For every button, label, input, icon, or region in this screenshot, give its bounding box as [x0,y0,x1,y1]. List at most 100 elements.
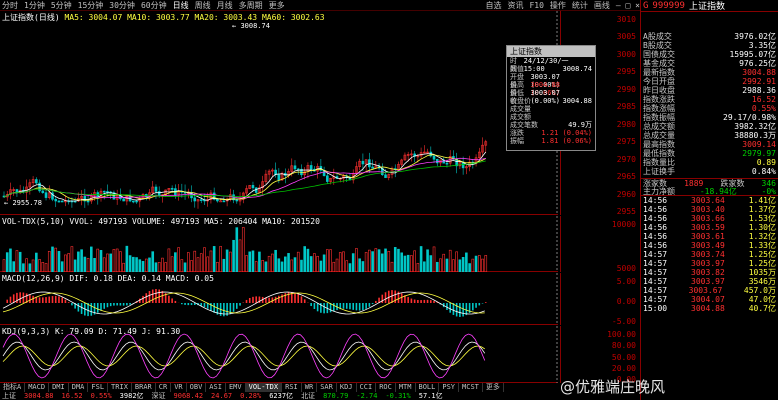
volume-bar [161,257,164,272]
toolbar-right-5[interactable]: 画线 [594,0,610,11]
tick-row[interactable]: 14:57 3004.07 47.0亿 [641,295,778,304]
ticker-item: 16.52 [61,392,83,400]
volume-chart[interactable] [0,216,558,272]
tick-row[interactable]: 14:56 3003.59 1.30亿 [641,223,778,232]
volume-bar [426,249,429,272]
indicator-tab[interactable]: VOL-TDX [245,383,283,392]
low-label: ← 2955.78 [4,199,42,207]
indicator-tab[interactable]: KDJ [337,383,357,392]
period-tab-0[interactable]: 分时 [2,0,18,11]
indicator-tab[interactable]: SAR [317,383,337,392]
tick-row[interactable]: 14:57 3003.97 3546万 [641,277,778,286]
tick-row[interactable]: 14:56 3003.61 1.32亿 [641,232,778,241]
indicator-tab[interactable]: VR [171,383,187,392]
info-row-value: 3976.02亿 [734,32,776,41]
period-tab-1[interactable]: 1分钟 [24,0,45,11]
indicator-tab[interactable]: BOLL [416,383,440,392]
tick-time: 14:56 [643,214,668,223]
macd-chart[interactable] [0,273,558,325]
candle-body [157,191,161,196]
macd-panel[interactable]: MACD(12,26,9) DIF: 0.18 DEA: 0.14 MACD: … [0,273,558,325]
tick-row[interactable]: 15:00 3004.88 40.7亿 [641,304,778,313]
period-tab-10[interactable]: 更多 [269,0,285,11]
volume-bar [222,258,226,272]
volume-panel[interactable]: VOL-TDX(5,10) VVOL: 497193 VOLUME: 49719… [0,216,558,272]
tick-row[interactable]: 14:56 3003.66 1.53亿 [641,214,778,223]
volume-bar [429,255,433,272]
period-tab-8[interactable]: 月线 [217,0,233,11]
tick-row[interactable]: 14:56 3003.40 1.37亿 [641,205,778,214]
volume-bar [416,263,420,272]
indicator-tab[interactable]: EMV [226,383,246,392]
indicator-tab[interactable]: TRIX [108,383,132,392]
toolbar-right-3[interactable]: 操作 [550,0,566,11]
volume-bar [60,261,64,272]
down-count: 346 [761,179,776,188]
tick-row[interactable]: 14:56 3003.49 1.33亿 [641,241,778,250]
indicator-tab[interactable]: FSL [88,383,109,392]
axis-tick: 10000 [611,220,636,229]
indicator-tab[interactable]: DMI [49,383,69,392]
indicator-tab[interactable]: MACD [25,383,50,392]
indicator-tab[interactable]: OBV [187,383,207,392]
info-row: A股成交 3976.02亿 [641,32,778,41]
volume-bar [461,257,465,272]
candle-body [222,200,226,203]
tick-row[interactable]: 14:56 3003.64 1.41亿 [641,196,778,205]
volume-bar [274,249,277,272]
period-tab-7[interactable]: 周线 [195,0,211,11]
indicator-tab[interactable]: MCST [459,383,483,392]
candle-body [132,200,135,203]
indicator-tab[interactable]: CR [156,383,172,392]
window-controls[interactable]: — □ × [616,1,640,10]
info-row-value: 0.89 [756,158,776,167]
candle-body [219,200,222,203]
popup-row-value: 3003.07 (0.00%) [530,73,560,89]
toolbar-right-0[interactable]: 自选 [485,0,501,11]
volume-bar [351,253,355,272]
indicator-tab[interactable]: DMA [69,383,89,392]
indicator-tab[interactable]: MTM [396,383,416,392]
period-tab-9[interactable]: 多周期 [239,0,263,11]
tick-list[interactable]: 14:56 3003.64 1.41亿 14:56 3003.40 1.37亿 14:56 3… [641,196,778,313]
indicator-tab[interactable]: BRAR [132,383,156,392]
indicator-tab[interactable]: 指标A [0,383,26,392]
period-tab-6[interactable]: 日线 [173,0,189,11]
tick-row[interactable]: 14:57 3003.67 457.0万 [641,286,778,295]
indicator-tab[interactable]: PSY [439,383,460,392]
tick-row[interactable]: 14:57 3003.97 1.25亿 [641,259,778,268]
volume-bar [112,249,116,272]
candle-body [170,188,174,190]
popup-title[interactable]: 上证指数 [507,46,595,57]
kdj-chart[interactable] [0,326,558,383]
data-window-popup[interactable]: 上证指数 时间 24/12/30/一 15:00 数值 3008.74 开盘价 3003.… [506,45,596,151]
period-tab-4[interactable]: 30分钟 [109,0,135,11]
toolbar-right-2[interactable]: F10 [529,1,543,10]
volume-bar [390,261,394,272]
axis-tick: 2965 [616,172,636,182]
toolbar-right-4[interactable]: 统计 [572,0,588,11]
indicator-tab[interactable]: ROC [376,383,396,392]
kline-panel[interactable]: 上证指数(日线) MA5: 3004.07 MA10: 3003.77 MA20… [0,11,558,215]
toolbar-right-1[interactable]: 资讯 [507,0,523,11]
period-tab-5[interactable]: 60分钟 [141,0,167,11]
period-tab-3[interactable]: 15分钟 [78,0,104,11]
peak-label: ← 3008.74 [232,22,270,30]
indicator-tab[interactable]: ASI [206,383,226,392]
tick-row[interactable]: 14:57 3003.74 1.25亿 [641,250,778,259]
volume-bar [102,257,106,272]
info-row: 今日开盘 2992.91 [641,77,778,86]
indicator-tab[interactable]: WR [302,383,318,392]
main-flow-value: -18.94亿 [699,187,737,196]
popup-row-key: 最高价 [510,81,524,97]
kdj-panel[interactable]: KDJ(9,3,3) K: 79.09 D: 71.49 J: 91.30 [0,326,558,383]
period-tab-2[interactable]: 5分钟 [51,0,72,11]
volume-bar [423,261,426,272]
kline-chart[interactable] [0,11,558,215]
volume-bar [380,253,384,272]
indicator-tab[interactable]: CCI [357,383,377,392]
indicator-tab[interactable]: 更多 [483,383,504,392]
volume-bar [235,227,239,272]
tick-row[interactable]: 14:57 3003.82 1035万 [641,268,778,277]
indicator-tab[interactable]: RSI [282,383,302,392]
